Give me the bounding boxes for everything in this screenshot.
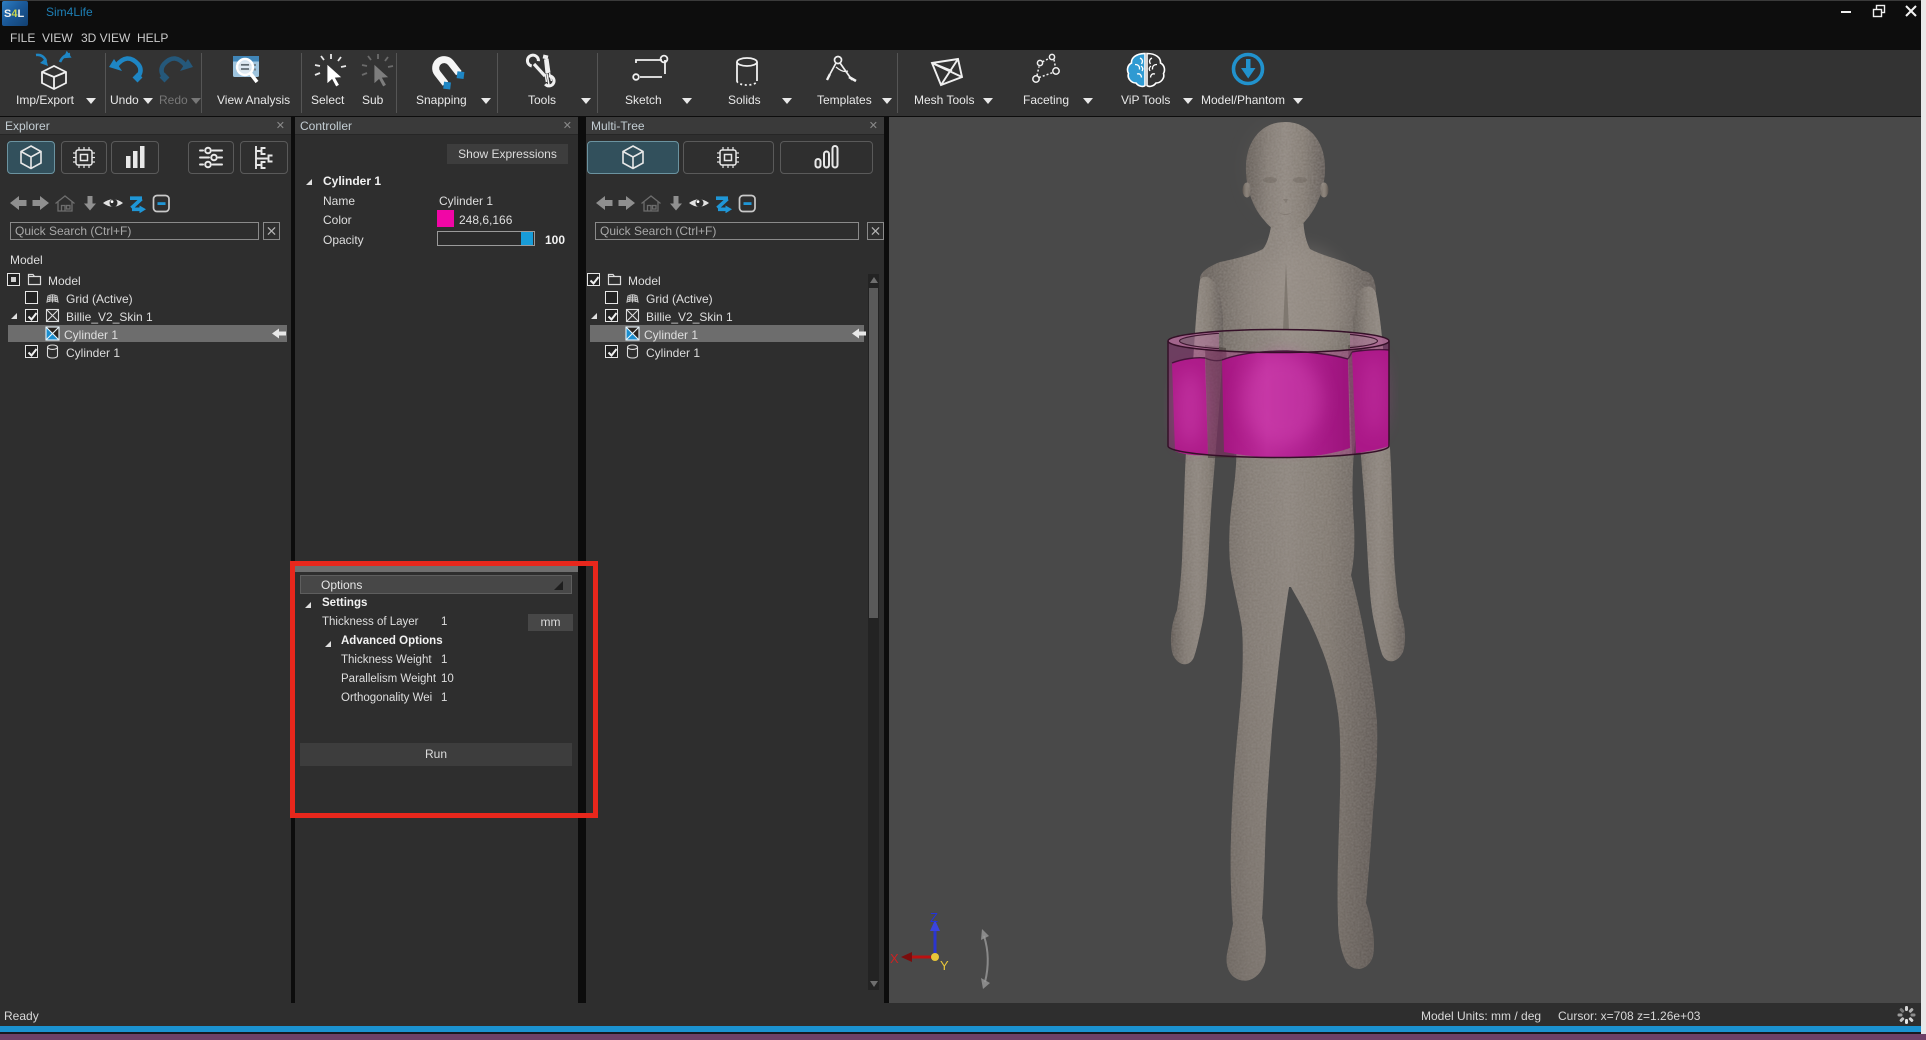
svg-text:Y: Y [940, 958, 949, 973]
svg-text:Z: Z [930, 910, 938, 925]
svg-text:X: X [890, 951, 899, 966]
